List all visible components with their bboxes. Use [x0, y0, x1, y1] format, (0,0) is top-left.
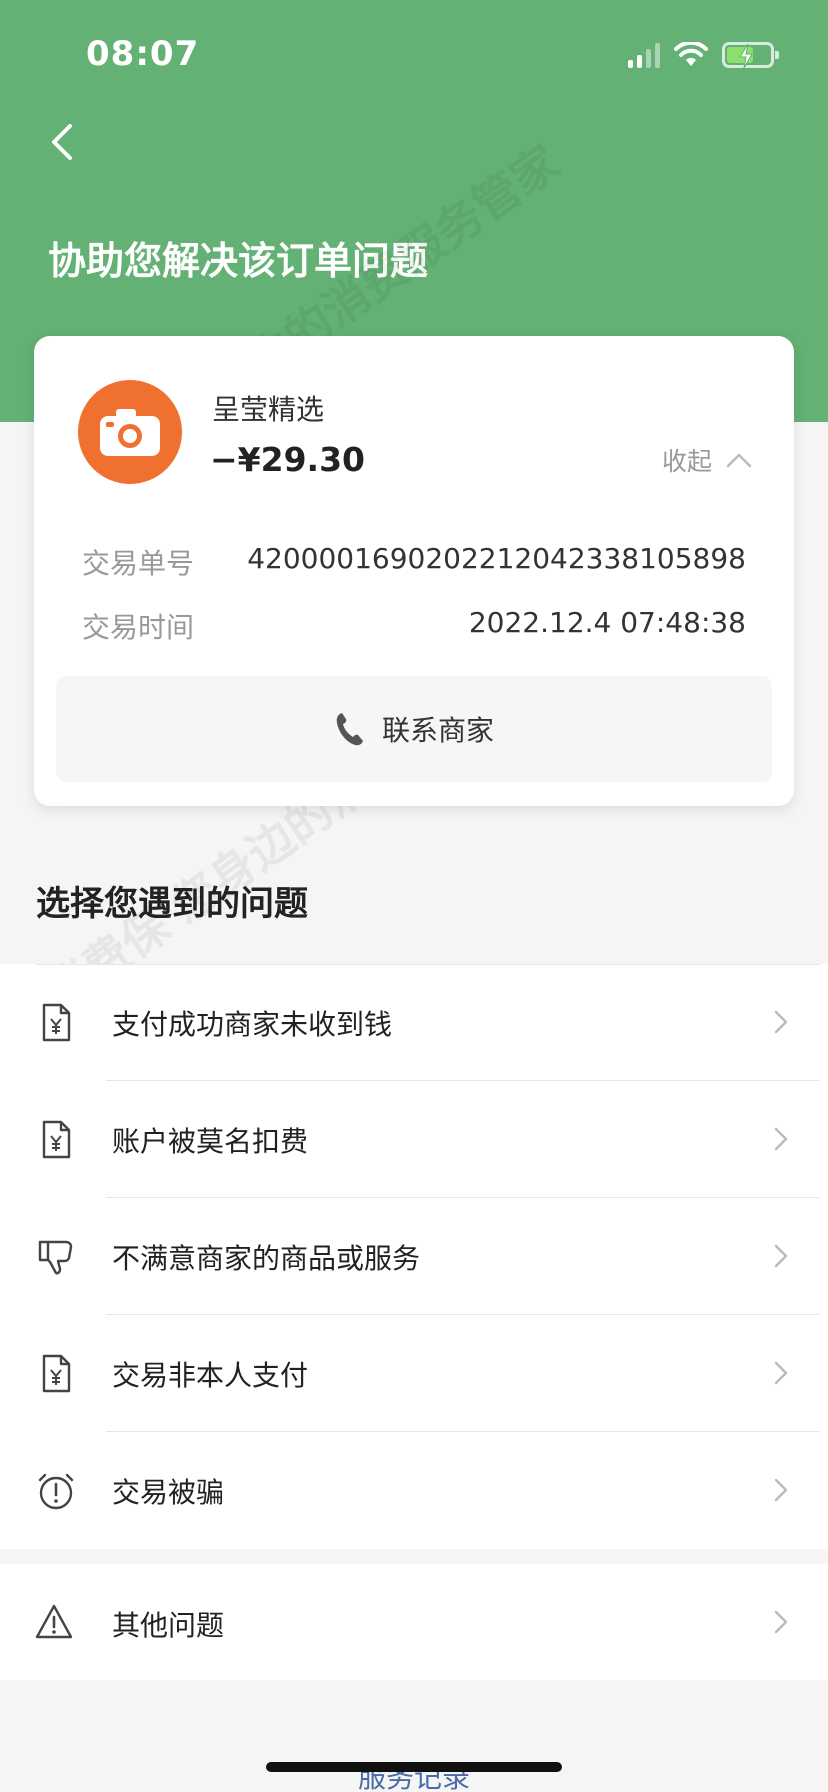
battery-charging-icon: [722, 42, 779, 69]
page-title: 协助您解决该订单问题: [48, 239, 429, 283]
merchant-name: 呈莹精选: [212, 393, 325, 426]
screen: 08:07 协助您解决该订单问题 消费保 您身边的消费服务管家 呈莹精选 −¥2…: [0, 0, 828, 1792]
thumbs-down-icon: [38, 1240, 73, 1275]
transaction-id-value: 4200001690202212042338105898: [247, 542, 746, 575]
cellular-signal-icon: [628, 42, 660, 68]
transaction-time-value: 2022.12.4 07:48:38: [468, 606, 746, 639]
status-bar: 08:07: [0, 0, 828, 100]
yuan-document-icon: [42, 1354, 71, 1393]
back-button[interactable]: [40, 118, 84, 166]
chevron-right-icon: [774, 1010, 788, 1034]
issue-label: 账户被莫名扣费: [112, 1124, 309, 1158]
issue-label: 交易非本人支付: [112, 1358, 309, 1392]
wifi-icon: [674, 42, 708, 66]
warning-triangle-icon: [35, 1604, 73, 1639]
issue-label: 支付成功商家未收到钱: [112, 1007, 393, 1041]
chevron-right-icon: [774, 1244, 788, 1268]
transaction-id-row: 交易单号 4200001690202212042338105898: [82, 542, 746, 582]
issue-label: 交易被骗: [112, 1475, 225, 1509]
yuan-document-icon: [42, 1120, 71, 1159]
order-card: 呈莹精选 −¥29.30 收起 交易单号 4200001690202212042…: [34, 336, 794, 806]
chevron-right-icon: [774, 1127, 788, 1151]
chevron-right-icon: [774, 1478, 788, 1502]
chevron-up-icon: [726, 453, 752, 468]
issue-item-unauthorized-payment[interactable]: 交易非本人支付: [0, 1315, 828, 1432]
merchant-logo: [78, 380, 182, 484]
status-time: 08:07: [86, 34, 200, 74]
alarm-alert-icon: [38, 1473, 74, 1510]
issue-item-fraud[interactable]: 交易被骗: [0, 1432, 828, 1549]
issue-item-unsatisfied-service[interactable]: 不满意商家的商品或服务: [0, 1198, 828, 1315]
chevron-right-icon: [774, 1361, 788, 1385]
transaction-time-row: 交易时间 2022.12.4 07:48:38: [82, 606, 746, 646]
section-title: 选择您遇到的问题: [36, 884, 308, 924]
issue-item-payment-not-received[interactable]: 支付成功商家未收到钱: [0, 964, 828, 1081]
camera-icon: [100, 409, 160, 456]
chevron-right-icon: [774, 1610, 788, 1634]
issue-list: 支付成功商家未收到钱 账户被莫名扣费 不满意商家的商品或服务 交易非本人支付 交…: [0, 964, 828, 1549]
chevron-left-icon: [52, 124, 72, 160]
status-icons: [628, 38, 779, 72]
transaction-time-label: 交易时间: [82, 611, 195, 644]
home-indicator: [266, 1762, 562, 1772]
issue-label: 其他问题: [112, 1609, 225, 1642]
collapse-toggle[interactable]: 收起: [662, 442, 752, 478]
transaction-id-label: 交易单号: [82, 547, 195, 580]
order-amount: −¥29.30: [210, 440, 365, 479]
issue-item-unexpected-charge[interactable]: 账户被莫名扣费: [0, 1081, 828, 1198]
yuan-document-icon: [42, 1003, 71, 1042]
collapse-label: 收起: [661, 447, 712, 476]
issue-label: 不满意商家的商品或服务: [112, 1241, 421, 1275]
contact-merchant-label: 联系商家: [381, 714, 494, 747]
contact-merchant-button[interactable]: 联系商家: [56, 676, 772, 782]
issue-item-other[interactable]: 其他问题: [0, 1564, 828, 1680]
phone-icon: [336, 713, 363, 746]
